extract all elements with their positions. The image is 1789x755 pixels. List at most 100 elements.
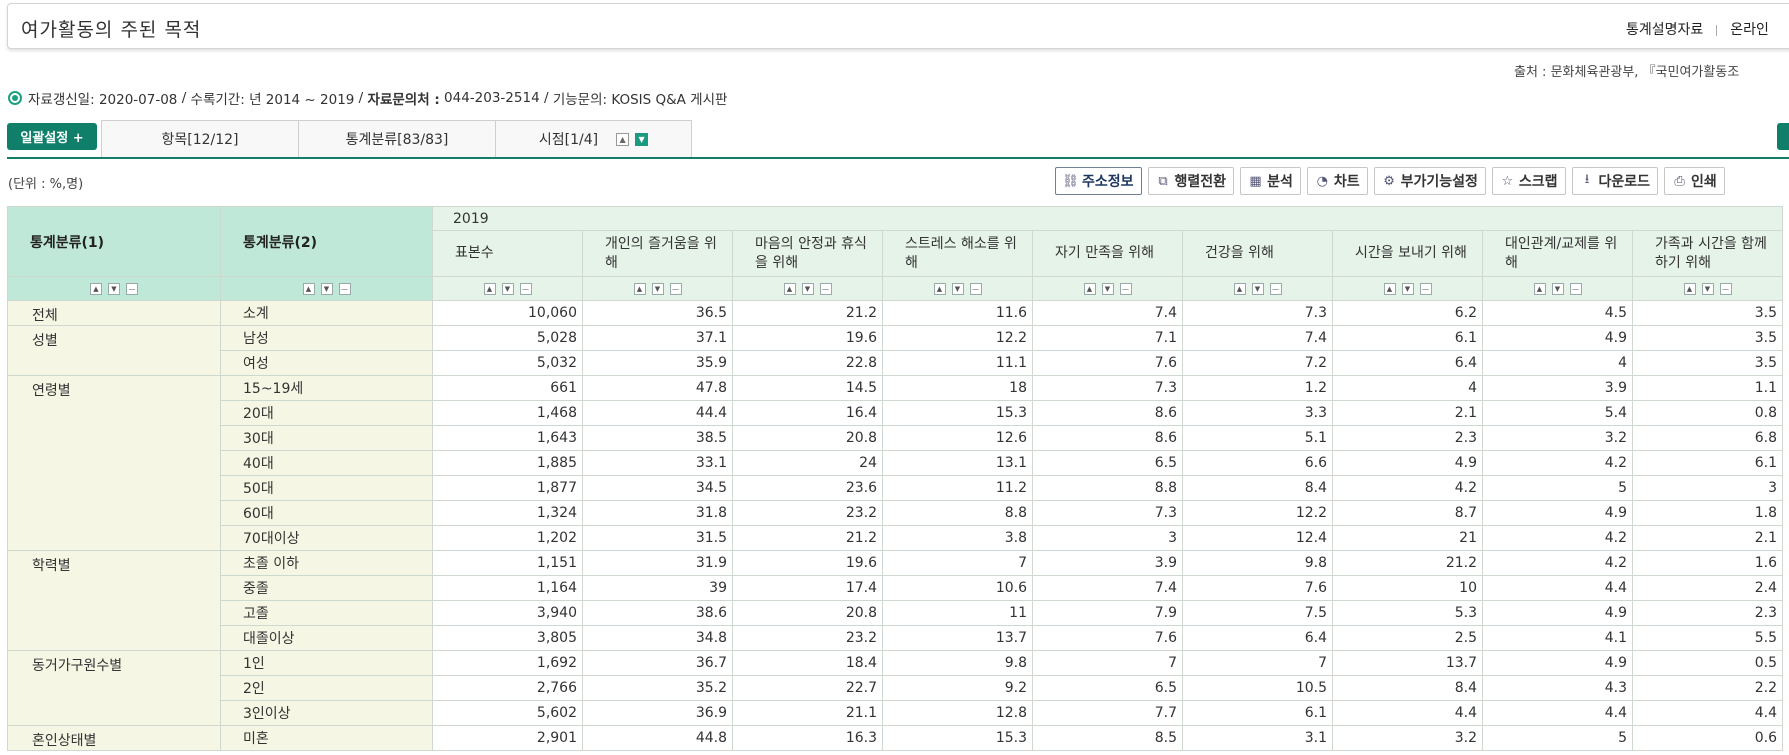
value-cell: 31.9 (582, 550, 733, 576)
value-cell: 7.1 (1032, 325, 1183, 351)
value-cell: 7 (1032, 650, 1183, 676)
title-bar: 여가활동의 주된 목적 통계설명자료 온라인 (7, 3, 1789, 49)
sort-down-icon[interactable]: ▼ (1701, 282, 1714, 295)
scrap-button[interactable]: ☆ 스크랩 (1491, 167, 1566, 195)
sort-down-icon[interactable]: ▼ (651, 282, 664, 295)
category-cell: 3인이상 (220, 700, 433, 726)
sort-up-icon[interactable]: ▲ (302, 282, 315, 295)
sort-up-icon[interactable]: ▲ (1683, 282, 1696, 295)
table-row: 30대 1,643 38.5 20.8 12.6 8.6 5.1 2.3 3.2 6.8 (8, 425, 1783, 451)
collapse-icon[interactable]: — (1569, 282, 1582, 295)
sort-down-icon[interactable]: ▼ (320, 282, 333, 295)
collapse-icon[interactable]: — (969, 282, 982, 295)
value-cell: 1.6 (1632, 550, 1783, 576)
value-cell: 35.9 (582, 350, 733, 376)
sort-controls: ▲ ▼ — (582, 276, 733, 301)
value-cell: 10 (1332, 575, 1483, 601)
collapse-icon[interactable]: — (519, 282, 532, 295)
table-row: 40대 1,885 33.1 24 13.1 6.5 6.6 4.9 4.2 6.1 (8, 450, 1783, 476)
sort-up-icon[interactable]: ▲ (633, 282, 646, 295)
value-cell: 4 (1332, 375, 1483, 401)
sort-up-icon[interactable]: ▲ (1533, 282, 1546, 295)
value-cell: 4.9 (1482, 650, 1633, 676)
sort-up-icon[interactable]: ▲ (1233, 282, 1246, 295)
toolbar-label: 인쇄 (1691, 174, 1717, 190)
table-row: 대졸이상 3,805 34.8 23.2 13.7 7.6 6.4 2.5 4.1 5.5 (8, 625, 1783, 651)
extra-settings-button[interactable]: ⚙ 부가기능설정 (1373, 167, 1486, 195)
value-cell: 16.3 (732, 725, 883, 751)
category-cell: 남성 (220, 325, 433, 351)
bulk-setup-button[interactable]: 일괄설정 + (7, 123, 97, 150)
value-cell: 15.3 (882, 725, 1033, 751)
collapse-icon[interactable]: — (1719, 282, 1732, 295)
cat2-header: 통계분류(2) (220, 206, 433, 277)
collapse-icon[interactable]: — (126, 282, 138, 295)
sort-up-icon[interactable]: ▲ (1083, 282, 1096, 295)
analysis-button[interactable]: ▦ 분석 (1240, 167, 1301, 195)
table-row: 동거가구원수별 1인 1,692 36.7 18.4 9.8 7 7 13.7 4.9 0.5 (7, 650, 1783, 726)
value-cell: 2.3 (1332, 425, 1483, 451)
value-cell: 24 (732, 450, 883, 476)
category-cell: 소계 (220, 300, 433, 326)
collapse-icon[interactable]: — (819, 282, 832, 295)
sort-up-icon[interactable]: ▲ (1383, 282, 1396, 295)
chart-button[interactable]: ◔ 차트 (1306, 167, 1368, 195)
sort-controls: ▲ ▼ — (1632, 276, 1783, 301)
category-cell: 40대 (220, 450, 433, 476)
header-links: 통계설명자료 온라인 (1626, 19, 1769, 39)
value-cell: 3 (1032, 525, 1183, 551)
sort-down-icon[interactable]: ▼ (1251, 282, 1264, 295)
toolbar-label: 차트 (1333, 174, 1360, 190)
column-header: 자기 만족을 위해 (1032, 230, 1183, 277)
sort-down-icon[interactable]: ▼ (1551, 282, 1564, 295)
sort-down-icon[interactable]: ▼ (951, 282, 964, 295)
value-cell: 3.5 (1632, 300, 1783, 326)
category-group-cell: 전체 (7, 300, 221, 326)
tab-classification[interactable]: 통계분류[83/83] (298, 120, 496, 157)
value-cell: 1.2 (1182, 375, 1333, 401)
side-toggle-button[interactable] (1777, 123, 1789, 150)
transpose-button[interactable]: ⧉ 행렬전환 (1147, 167, 1235, 195)
online-link[interactable]: 온라인 (1730, 22, 1769, 38)
stat-description-link[interactable]: 통계설명자료 (1626, 22, 1703, 38)
value-cell: 21.1 (732, 700, 883, 726)
category-group-cell: 성별 (7, 325, 221, 376)
sort-down-icon[interactable]: ▼ (1401, 282, 1414, 295)
value-cell: 6.5 (1032, 450, 1183, 476)
sort-up-icon[interactable]: ▲ (483, 282, 496, 295)
tab-period[interactable]: 시점[1/4] ▲ ▼ (495, 120, 692, 157)
help-link[interactable]: 기능문의: KOSIS Q&A 게시판 (553, 88, 728, 108)
sort-down-icon[interactable]: ▼ (801, 282, 814, 295)
tab-items[interactable]: 항목[12/12] (101, 120, 299, 157)
value-cell: 7.3 (1032, 500, 1183, 526)
sort-up-icon[interactable]: ▲ (90, 282, 102, 295)
sort-down-icon[interactable]: ▼ (501, 282, 514, 295)
chevron-down-icon[interactable]: ▼ (635, 132, 649, 146)
value-cell: 4.9 (1482, 325, 1633, 351)
sort-down-icon[interactable]: ▼ (1101, 282, 1114, 295)
value-cell: 3.3 (1182, 400, 1333, 426)
address-info-button[interactable]: ⛓ 주소정보 (1055, 167, 1142, 195)
sort-up-icon[interactable]: ▲ (783, 282, 796, 295)
value-cell: 1,643 (432, 425, 583, 451)
value-cell: 5.4 (1482, 400, 1633, 426)
table-row: 3인이상 5,602 36.9 21.1 12.8 7.7 6.1 4.4 4.4 4.4 (8, 700, 1783, 726)
value-cell: 14.5 (732, 375, 883, 401)
print-button[interactable]: ⎙ 인쇄 (1664, 167, 1725, 195)
download-button[interactable]: ⭳ 다운로드 (1571, 167, 1659, 195)
collapse-icon[interactable]: — (669, 282, 682, 295)
sort-up-icon[interactable]: ▲ (933, 282, 946, 295)
chevron-up-icon[interactable]: ▲ (616, 132, 630, 146)
collapse-icon[interactable]: — (1269, 282, 1282, 295)
value-cell: 7.7 (1032, 700, 1183, 726)
value-cell: 15.3 (882, 400, 1033, 426)
collapse-icon[interactable]: — (1119, 282, 1132, 295)
collapse-icon[interactable]: — (1419, 282, 1432, 295)
collapse-icon[interactable]: — (338, 282, 351, 295)
value-cell: 23.2 (732, 500, 883, 526)
value-cell: 4.4 (1632, 700, 1783, 726)
sort-down-icon[interactable]: ▼ (108, 282, 120, 295)
value-cell: 1,885 (432, 450, 583, 476)
value-cell: 21.2 (1332, 550, 1483, 576)
value-cell: 6.2 (1332, 300, 1483, 326)
